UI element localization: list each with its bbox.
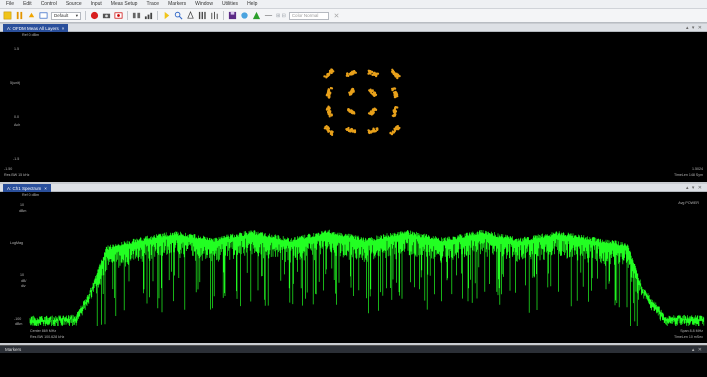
menu-bar: File Edit Control Source Input Meas Setup Trac… [0, 0, 707, 9]
x-axis-left: -1.50 [4, 167, 13, 171]
menu-item-utilities[interactable]: Utilities [222, 1, 238, 7]
constellation-point [348, 87, 355, 96]
constellation-plot-area: Ref 0 dBm 1.5 5(unit) 0.0 Ach -1.5 -1.50… [0, 32, 707, 182]
preset-combo[interactable]: Default ▾ [51, 11, 82, 20]
center-freq: Center 869 MHz [30, 329, 57, 333]
grid-icon[interactable] [144, 11, 153, 20]
scale-icon[interactable] [264, 11, 273, 20]
expand-icon[interactable] [332, 11, 341, 20]
time-len: TimeLen 148 Sym [673, 173, 703, 177]
split-view-icon[interactable] [210, 11, 219, 20]
time-len: TimeLen 10 mSec [673, 335, 703, 339]
peak-icon[interactable] [186, 11, 195, 20]
spectrum-trace [29, 229, 705, 326]
record-mode-icon[interactable] [114, 11, 123, 20]
constellation-point [323, 125, 334, 136]
span: Span 8.8 MHz [680, 329, 703, 333]
menu-item-window[interactable]: Window [195, 1, 213, 7]
constellation-point [391, 68, 401, 80]
constellation-point [347, 108, 356, 115]
constellation-point [323, 68, 335, 79]
constellation-point [389, 125, 401, 136]
toolbar: Default ▾ ⊞ ⊟ Color Normal [0, 9, 707, 23]
toolbar-text-1[interactable]: ⊞ ⊟ [276, 13, 286, 19]
markers-table [0, 353, 707, 377]
tab-constellation[interactable]: A: OFDM Meas All Layers × [3, 24, 69, 32]
playback-icon[interactable] [132, 11, 141, 20]
markers-title-label: Markers [5, 347, 22, 352]
menu-item-control[interactable]: Control [41, 1, 57, 7]
pane-controls[interactable]: ▴ ▾ ✕ [686, 185, 703, 191]
constellation-point [367, 127, 379, 135]
x-axis-right: 1.5024 [692, 167, 703, 171]
spectrum-pane-title: A: Ch1 Spectrum × ▴ ▾ ✕ [0, 184, 707, 192]
menu-item-help[interactable]: Help [247, 1, 257, 7]
filter-input[interactable]: Color Normal [288, 11, 329, 20]
spectrum-chart [29, 229, 705, 326]
constellation-point [325, 86, 334, 99]
menu-item-input[interactable]: Input [91, 1, 102, 7]
toolbar-separator [127, 11, 129, 20]
constellation-chart [323, 68, 401, 136]
preset-list-icon[interactable] [39, 11, 48, 20]
menu-item-edit[interactable]: Edit [23, 1, 32, 7]
tab-spectrum[interactable]: A: Ch1 Spectrum × [3, 184, 51, 192]
layout-icon[interactable] [198, 11, 207, 20]
pause-icon[interactable] [15, 11, 24, 20]
constellation-point [368, 88, 378, 97]
spectrum-icon[interactable] [252, 11, 261, 20]
constellation-point [325, 105, 333, 118]
menu-item-file[interactable]: File [6, 1, 14, 7]
constellation-point [391, 87, 399, 99]
res-bw: Res BW 15 kHz [4, 173, 30, 177]
close-icon[interactable]: × [44, 186, 47, 191]
markers-pane-title: Markers ▴ ✕ [0, 345, 707, 353]
menu-item-meas-setup[interactable]: Meas Setup [111, 1, 138, 7]
menu-item-trace[interactable]: Trace [146, 1, 159, 7]
constellation-point [345, 126, 357, 134]
constellation-point [367, 107, 378, 116]
marker-icon[interactable] [162, 11, 171, 20]
res-bw: Res BW 100.628 kHz [30, 335, 65, 339]
constellation-point [391, 106, 399, 118]
toolbar-separator [157, 11, 159, 20]
constellation-point [367, 69, 380, 78]
save-icon[interactable] [228, 11, 237, 20]
zoom-icon[interactable] [174, 11, 183, 20]
constellation-point [345, 70, 357, 77]
constellation-pane-title: A: OFDM Meas All Layers × ▴ ▾ ✕ [0, 24, 707, 32]
menu-item-markers[interactable]: Markers [168, 1, 186, 7]
close-icon[interactable]: × [62, 26, 65, 31]
tab-constellation-label: A: OFDM Meas All Layers [7, 25, 59, 31]
tab-spectrum-label: A: Ch1 Spectrum [7, 185, 42, 191]
toolbar-separator [223, 11, 225, 20]
toolbar-separator [85, 11, 87, 20]
menu-item-source[interactable]: Source [66, 1, 82, 7]
record-icon[interactable] [90, 11, 99, 20]
camera-icon[interactable] [102, 11, 111, 20]
pane-controls[interactable]: ▴ ▾ ✕ [686, 25, 703, 31]
spectrum-plot-area: Ref 0 dBm Avg POWER 10 dBm LogMag 10 dB/… [0, 192, 707, 343]
color-icon[interactable] [240, 11, 249, 20]
preset-label: Default [54, 13, 69, 18]
filter-placeholder: Color Normal [291, 13, 319, 18]
run-icon[interactable] [3, 11, 12, 20]
preset-icon[interactable] [27, 11, 36, 20]
